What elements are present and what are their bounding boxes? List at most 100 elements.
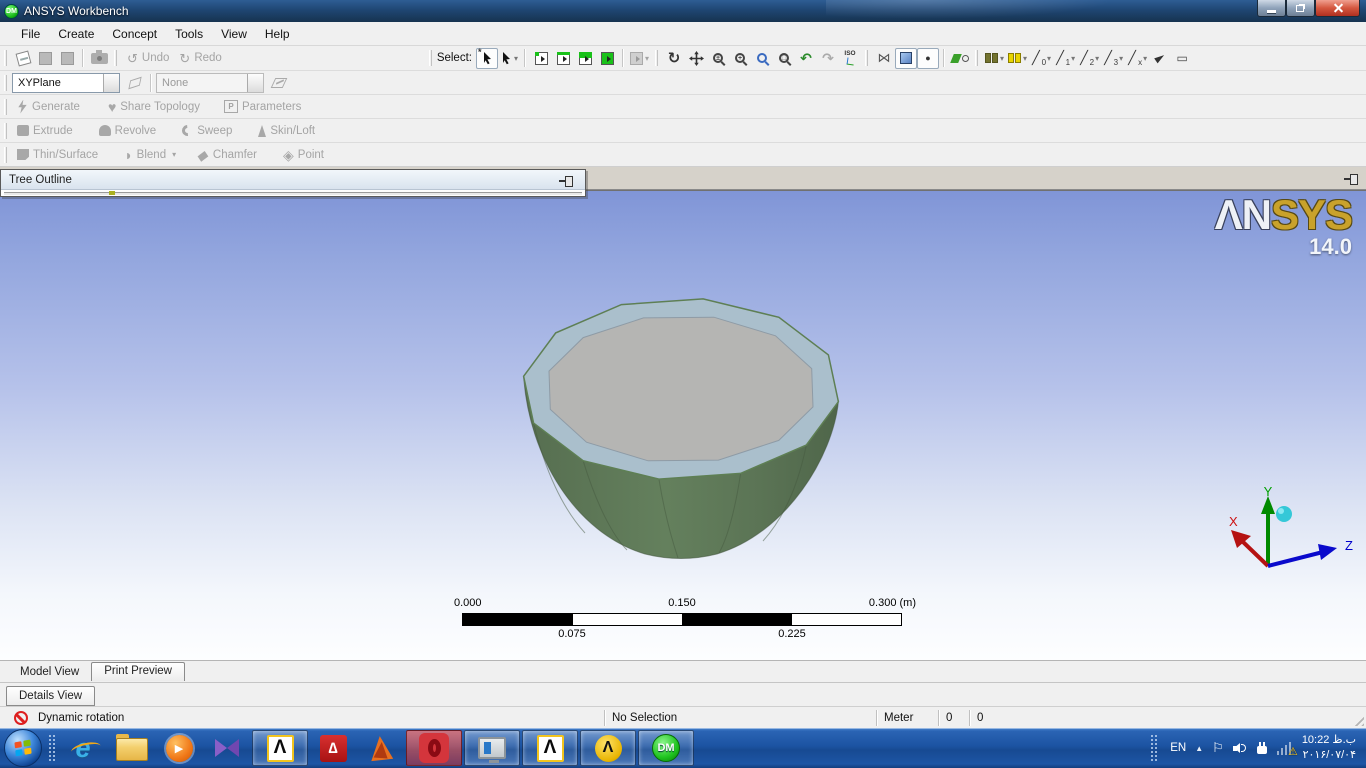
taskbar-ansys-app[interactable]: Λ [252, 730, 308, 766]
display-plane-button[interactable]: ▾ [1006, 48, 1029, 69]
toolbar-grip[interactable] [4, 147, 7, 163]
new-document-button[interactable] [12, 48, 34, 69]
taskbar-media-player[interactable]: ▶ [156, 730, 202, 766]
taskbar-opera[interactable] [406, 730, 462, 766]
tree-outline-content[interactable] [1, 190, 585, 196]
toolbar-grip[interactable] [4, 99, 7, 115]
face-filter-button[interactable] [574, 48, 596, 69]
network-icon[interactable]: ⚠ [1277, 742, 1293, 755]
status-message-cell: Dynamic rotation [0, 711, 604, 725]
media-player-icon: ▶ [166, 735, 193, 762]
tab-model-view[interactable]: Model View [8, 663, 91, 682]
tab-print-preview[interactable]: Print Preview [91, 662, 185, 681]
ruler-label-q3: 0.225 [778, 628, 806, 640]
tree-outline-header[interactable]: Tree Outline [1, 170, 585, 190]
vertex-filter-button[interactable] [530, 48, 552, 69]
orientation-triad[interactable]: Y X Z [1215, 486, 1363, 581]
taskbar-file-explorer[interactable] [108, 730, 154, 766]
model-viewport[interactable]: ΛNSYS 14.0 0.000 0.150 0.300 (m) [0, 190, 1366, 660]
new-selection-star-icon: * [478, 47, 482, 57]
show-hidden-icons[interactable]: ▲ [1195, 744, 1203, 753]
look-at-plane-button[interactable]: ⋈ [873, 48, 895, 69]
bowl-model[interactable] [505, 291, 857, 571]
toolbar-grip[interactable] [429, 50, 432, 66]
zoom-to-fit-button[interactable]: ↶ [795, 48, 817, 69]
volume-icon[interactable] [1233, 742, 1247, 754]
power-icon[interactable] [1256, 742, 1268, 755]
title-bar[interactable]: DM ANSYS Workbench [0, 0, 1366, 22]
taskbar-intel-graphics[interactable] [464, 730, 520, 766]
bowl-floor[interactable] [549, 317, 813, 461]
tray-grip[interactable] [1150, 734, 1158, 762]
pin-icon[interactable] [1344, 174, 1358, 183]
taskbar-designmodeler[interactable]: DM [638, 730, 694, 766]
edge-filter-icon [557, 52, 570, 65]
restore-button[interactable] [1286, 0, 1315, 17]
edge-filter-button[interactable] [552, 48, 574, 69]
save-as-button [56, 48, 78, 69]
tree-outline-title: Tree Outline [9, 174, 72, 186]
body-filter-icon [601, 52, 614, 65]
language-indicator[interactable]: EN [1170, 742, 1186, 754]
tab-details-view[interactable]: Details View [6, 686, 95, 706]
select-new-button[interactable]: * [476, 48, 498, 69]
share-topology-icon: ♥ [108, 100, 116, 114]
save-as-icon [61, 52, 74, 65]
edge-coloring-2-button[interactable]: ╱2 ▾ [1077, 48, 1101, 69]
triad-sphere[interactable] [1276, 506, 1292, 522]
pan-button[interactable] [685, 48, 707, 69]
iso-view-button[interactable]: ISO [839, 48, 861, 69]
toolbar-grip[interactable] [114, 50, 117, 66]
toolbar-grip[interactable] [865, 50, 868, 66]
taskbar-kmplayer[interactable] [204, 730, 250, 766]
action-center-flag-icon[interactable]: ⚐ [1212, 740, 1224, 756]
start-button[interactable] [4, 729, 42, 767]
toolbar-grip[interactable] [655, 50, 658, 66]
taskbar-ansys-launcher[interactable]: Λ [580, 730, 636, 766]
shaded-exterior-button[interactable] [895, 48, 917, 69]
taskbar-internet-explorer[interactable]: e [60, 730, 106, 766]
combo-dropdown-icon [247, 74, 263, 92]
magnifier-window-button[interactable] [751, 48, 773, 69]
menu-concept[interactable]: Concept [103, 24, 166, 44]
plane-sketch-toolbar: XYPlane None [0, 71, 1366, 95]
ansys-logo-sys: SYS [1271, 191, 1352, 238]
menu-view[interactable]: View [212, 24, 256, 44]
pin-icon[interactable] [559, 176, 573, 185]
select-mode-button[interactable]: ▾ [498, 48, 520, 69]
edge-coloring-3-button[interactable]: ╱3 ▾ [1101, 48, 1125, 69]
rotate-button[interactable]: ↻ [663, 48, 685, 69]
close-button[interactable] [1315, 0, 1360, 17]
toolbar-grip[interactable] [4, 123, 7, 139]
toolbar-grip[interactable] [4, 50, 7, 66]
display-model-button[interactable]: ▾ [983, 48, 1006, 69]
box-zoom-button[interactable]: □ [773, 48, 795, 69]
frame-selection-button[interactable]: ▭ [1171, 48, 1193, 69]
taskbar-grip[interactable] [48, 734, 56, 762]
minimize-button[interactable] [1257, 0, 1286, 17]
taskbar-adobe-reader[interactable]: ∆ [310, 730, 356, 766]
edge-direction-button[interactable] [1149, 48, 1171, 69]
toolbar-grip[interactable] [4, 75, 7, 91]
rotate-icon: ↻ [668, 51, 681, 66]
menu-file[interactable]: File [12, 24, 49, 44]
edge-coloring-0-button[interactable]: ╱0 ▾ [1029, 48, 1053, 69]
zoom-button[interactable]: ± [707, 48, 729, 69]
look-at-face-button[interactable] [949, 48, 971, 69]
taskbar-matlab[interactable] [358, 730, 404, 766]
menu-help[interactable]: Help [256, 24, 299, 44]
tray-clock[interactable]: 10:22 ب.ظ ۲۰۱۶/۰۷/۰۴ [1302, 733, 1360, 764]
menu-tools[interactable]: Tools [166, 24, 212, 44]
body-filter-button[interactable] [596, 48, 618, 69]
menu-create[interactable]: Create [49, 24, 103, 44]
zoom-in-button[interactable]: + [729, 48, 751, 69]
new-sketch-icon [271, 78, 288, 88]
edge-coloring-x-button[interactable]: ╱x ▾ [1125, 48, 1149, 69]
combo-dropdown-icon[interactable] [103, 74, 119, 92]
z-axis-arrow[interactable] [1318, 544, 1337, 560]
vertices-toggle-button[interactable]: ● [917, 48, 939, 69]
toolbar-grip[interactable] [975, 50, 978, 66]
taskbar-ansys-workbench[interactable]: Λ [522, 730, 578, 766]
edge-coloring-1-button[interactable]: ╱1 ▾ [1053, 48, 1077, 69]
active-plane-combobox[interactable]: XYPlane [12, 73, 120, 93]
